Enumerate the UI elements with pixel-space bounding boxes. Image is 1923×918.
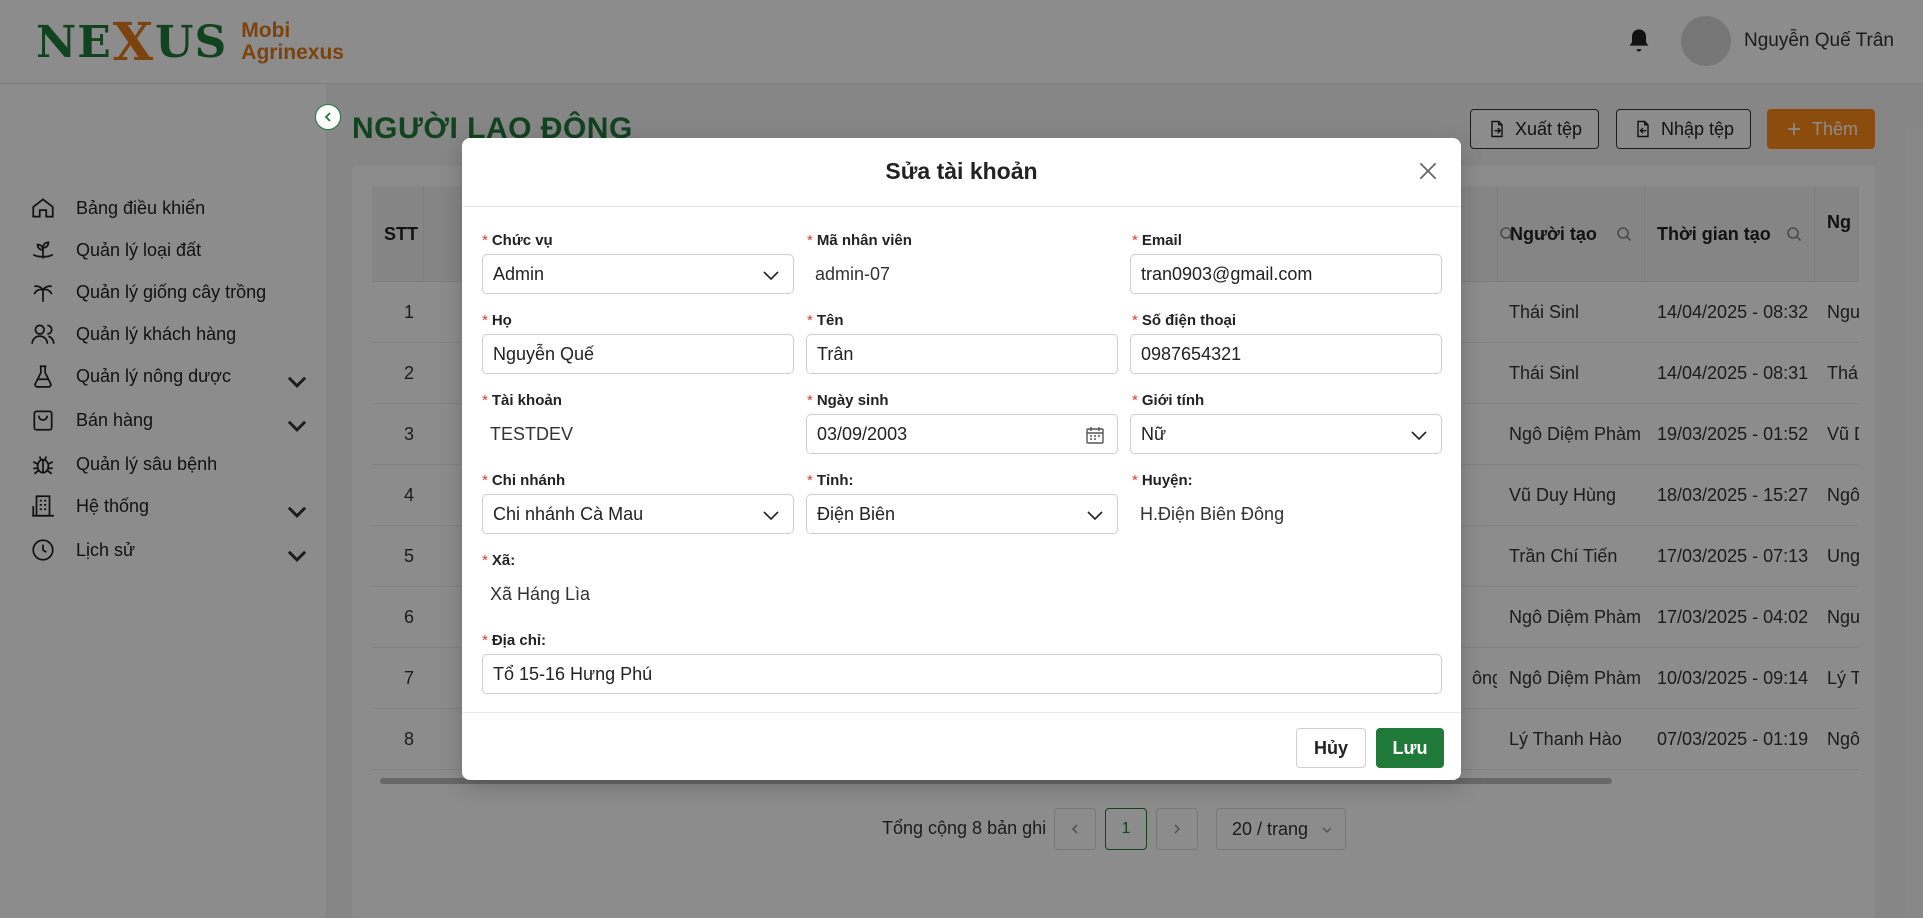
district-label: * Huyện: (1132, 472, 1193, 489)
modal-title: Sửa tài khoản (885, 158, 1038, 184)
address-value: Tổ 15-16 Hưng Phú (493, 663, 653, 684)
chevron-down-icon (1411, 431, 1427, 441)
address-field[interactable]: Tổ 15-16 Hưng Phú (482, 654, 1442, 694)
required-mark: * (482, 312, 488, 329)
last-name-value: Nguyễn Quế (493, 343, 595, 364)
chevron-left-icon (324, 112, 331, 122)
modal-header-divider (462, 206, 1461, 207)
province-label-text: Tỉnh: (816, 472, 854, 489)
branch-label-text: Chi nhánh (491, 472, 566, 489)
phone-label: * Số điện thoại (1132, 312, 1236, 329)
required-mark: * (807, 392, 813, 409)
position-label: * Chức vụ (482, 232, 553, 249)
district-value: H.Điện Biên Đông (1140, 504, 1285, 524)
required-mark: * (482, 232, 488, 249)
phone-value: 0987654321 (1141, 343, 1242, 364)
position-label-text: Chức vụ (491, 232, 553, 249)
branch-label: * Chi nhánh (482, 472, 565, 489)
email-value: tran0903@gmail.com (1141, 263, 1313, 284)
branch-select[interactable]: Chi nhánh Cà Mau (482, 494, 794, 534)
close-icon[interactable] (1417, 160, 1439, 182)
required-mark: * (807, 312, 813, 329)
position-select[interactable]: Admin (482, 254, 794, 294)
required-mark: * (1132, 392, 1138, 409)
last-name-field[interactable]: Nguyễn Quế (482, 334, 794, 374)
employee-code-label-text: Mã nhân viên (816, 232, 912, 249)
required-mark: * (1132, 312, 1138, 329)
required-mark: * (1132, 472, 1138, 489)
sidebar-collapse-button[interactable] (315, 104, 341, 130)
address-label-text: Địa chỉ: (491, 632, 547, 649)
phone-field[interactable]: 0987654321 (1130, 334, 1442, 374)
first-name-label: * Tên (807, 312, 844, 329)
birth-date-label: * Ngày sinh (807, 392, 889, 409)
calendar-icon[interactable] (1085, 425, 1105, 445)
ward-value: Xã Háng Lìa (490, 584, 591, 604)
email-label: * Email (1132, 232, 1182, 249)
required-mark: * (482, 392, 488, 409)
chevron-down-icon (763, 271, 779, 281)
account-label: * Tài khoản (482, 392, 562, 409)
required-mark: * (1132, 232, 1138, 249)
first-name-field[interactable]: Trân (806, 334, 1118, 374)
account-value: TESTDEV (490, 424, 574, 444)
email-label-text: Email (1141, 232, 1182, 249)
birth-date-picker[interactable]: 03/09/2003 (806, 414, 1118, 454)
province-value: Điện Biên (817, 503, 896, 524)
ward-label: * Xã: (482, 552, 515, 569)
birth-date-value: 03/09/2003 (817, 423, 908, 444)
required-mark: * (807, 472, 813, 489)
first-name-label-text: Tên (816, 312, 844, 329)
required-mark: * (482, 472, 488, 489)
gender-label-text: Giới tính (1141, 392, 1205, 409)
email-field[interactable]: tran0903@gmail.com (1130, 254, 1442, 294)
birth-date-label-text: Ngày sinh (816, 392, 889, 409)
district-label-text: Huyện: (1141, 472, 1193, 489)
address-label: * Địa chỉ: (482, 632, 546, 649)
chevron-down-icon (763, 511, 779, 521)
modal-footer-divider (462, 712, 1461, 713)
account-label-text: Tài khoản (491, 392, 562, 409)
gender-value: Nữ (1141, 423, 1167, 444)
cancel-button[interactable]: Hủy (1296, 728, 1366, 768)
last-name-label-text: Họ (491, 312, 512, 329)
last-name-label: * Họ (482, 312, 512, 329)
required-mark: * (482, 632, 488, 649)
employee-code-value: admin-07 (815, 264, 891, 284)
required-mark: * (482, 552, 488, 569)
save-button[interactable]: Lưu (1376, 728, 1444, 768)
chevron-down-icon (1087, 511, 1103, 521)
first-name-value: Trân (817, 343, 854, 364)
province-select[interactable]: Điện Biên (806, 494, 1118, 534)
employee-code-label: * Mã nhân viên (807, 232, 912, 249)
branch-value: Chi nhánh Cà Mau (493, 503, 644, 524)
gender-label: * Giới tính (1132, 392, 1204, 409)
gender-select[interactable]: Nữ (1130, 414, 1442, 454)
required-mark: * (807, 232, 813, 249)
edit-account-modal: Sửa tài khoản * Chức vụ Admin * Mã nhân vi… (462, 138, 1461, 780)
ward-label-text: Xã: (491, 552, 516, 569)
phone-label-text: Số điện thoại (1141, 312, 1237, 329)
position-value: Admin (493, 263, 545, 284)
province-label: * Tỉnh: (807, 472, 854, 489)
